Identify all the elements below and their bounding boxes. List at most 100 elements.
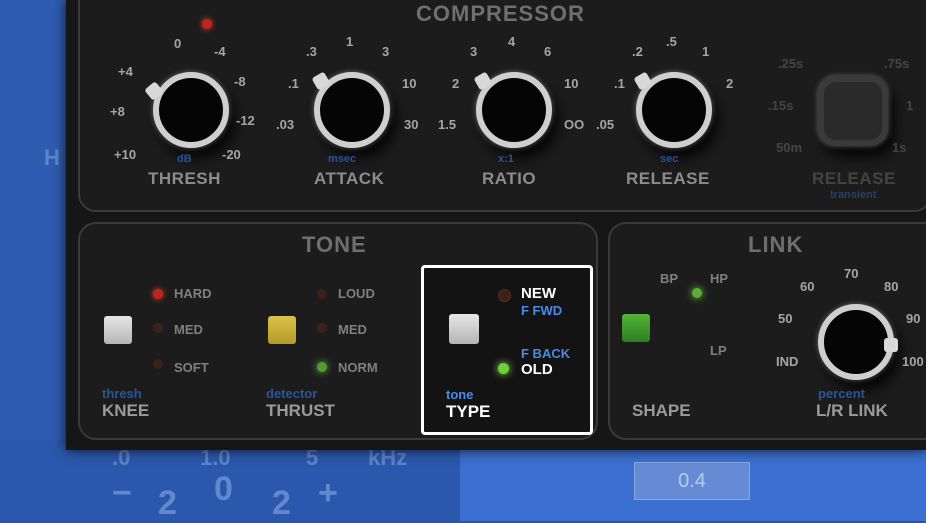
release-unit: sec	[660, 153, 679, 165]
lr-link-sub: percent	[818, 386, 865, 401]
release-transient-knob[interactable]	[818, 76, 888, 146]
ratio-tick: 2	[452, 76, 460, 91]
thresh-tick: -4	[214, 44, 226, 59]
attack-tick: .1	[288, 76, 299, 91]
attack-tick: .03	[276, 117, 295, 132]
thrust-option-med[interactable]: MED	[338, 322, 367, 337]
release-tick: .5	[666, 34, 677, 49]
type-option-old[interactable]: OLD	[521, 361, 553, 378]
release-transient-sub: transient	[830, 189, 877, 201]
attack-knob[interactable]	[311, 71, 390, 148]
tone-type-focus-box: NEW F FWD F BACK OLD tone TYPE	[421, 265, 593, 435]
lr-link-tick: 90	[906, 311, 921, 326]
type-option-old-sub: F BACK	[521, 346, 571, 361]
thresh-tick: +8	[110, 104, 125, 119]
release-transient-tick: 50m	[776, 140, 803, 155]
lr-link-tick: 50	[778, 311, 793, 326]
attack-tick: .3	[306, 44, 317, 59]
host-scale-2a: 2	[158, 484, 177, 522]
tone-title: TONE	[302, 232, 367, 257]
ratio-tick: 4	[508, 34, 516, 49]
lr-link-knob[interactable]	[818, 304, 898, 380]
knee-select-button[interactable]	[104, 316, 132, 344]
type-sub: tone	[446, 387, 474, 402]
shape-option-bp[interactable]: BP	[660, 271, 678, 286]
ratio-unit: x:1	[498, 153, 514, 165]
thrust-sub: detector	[266, 386, 318, 401]
knee-option-soft[interactable]: SOFT	[174, 360, 209, 375]
release-transient-tick: .15s	[768, 98, 794, 113]
shape-option-hp[interactable]: HP	[710, 271, 728, 286]
shape-label: SHAPE	[632, 401, 691, 420]
release-tick: 2	[726, 76, 734, 91]
link-title: LINK	[748, 232, 804, 257]
type-select-button[interactable]	[449, 314, 479, 344]
thrust-med-led	[317, 323, 327, 333]
lr-link-tick: 70	[844, 266, 859, 281]
attack-tick: 1	[346, 34, 354, 49]
type-new-led	[498, 289, 511, 302]
release-transient-tick: .25s	[778, 56, 804, 71]
shape-select-button[interactable]	[622, 314, 650, 342]
release-tick: .1	[614, 76, 625, 91]
lr-link-tick: IND	[776, 354, 799, 369]
release-tick: 1	[702, 44, 710, 59]
knee-option-med[interactable]: MED	[174, 322, 203, 337]
attack-tick: 3	[382, 44, 390, 59]
ratio-tick: 10	[564, 76, 579, 91]
ratio-knob[interactable]	[473, 71, 552, 148]
ratio-tick: 6	[544, 44, 552, 59]
knee-hard-led	[153, 289, 163, 299]
compressor-title: COMPRESSOR	[416, 1, 585, 26]
release-transient-tick: 1	[906, 98, 914, 113]
thresh-tick: -8	[234, 74, 246, 89]
ratio-label: RATIO	[482, 169, 537, 188]
thrust-option-norm[interactable]: NORM	[338, 360, 378, 375]
thresh-label: THRESH	[148, 169, 221, 188]
host-value-box[interactable]: 0.4	[634, 462, 750, 500]
thresh-tick: 0	[174, 36, 182, 51]
attack-tick: 10	[402, 76, 417, 91]
host-plus-sign: +	[318, 474, 338, 512]
type-option-new-sub: F FWD	[521, 303, 563, 318]
ratio-tick: OO	[564, 117, 585, 132]
type-option-new[interactable]: NEW	[521, 285, 556, 302]
knee-sub: thresh	[102, 386, 142, 401]
knee-label: KNEE	[102, 401, 150, 420]
thrust-loud-led	[317, 289, 327, 299]
release-tick: .05	[596, 117, 615, 132]
release-transient-label: RELEASE	[812, 169, 896, 188]
lr-link-knob-pointer	[884, 338, 898, 352]
shape-bp-led	[692, 288, 702, 298]
lr-link-tick: 100	[902, 354, 924, 369]
attack-unit: msec	[328, 153, 357, 165]
type-old-led	[498, 363, 509, 374]
shape-option-lp[interactable]: LP	[710, 343, 727, 358]
host-scale-2b: 2	[272, 484, 291, 522]
thresh-peak-led	[202, 19, 212, 29]
release-transient-tick: .75s	[884, 56, 910, 71]
release-transient-tick: 1s	[892, 140, 907, 155]
thresh-unit: dB	[177, 153, 192, 165]
host-scale-0: 0	[214, 470, 233, 508]
thrust-select-button[interactable]	[268, 316, 296, 344]
thresh-tick: +4	[118, 64, 133, 79]
ratio-tick: 3	[470, 44, 478, 59]
release-label: RELEASE	[626, 169, 710, 188]
type-label: TYPE	[446, 402, 491, 421]
knee-med-led	[153, 323, 163, 333]
thrust-norm-led	[317, 362, 327, 372]
thrust-option-loud[interactable]: LOUD	[338, 286, 375, 301]
release-tick: .2	[632, 44, 643, 59]
thresh-knob[interactable]	[144, 72, 229, 148]
thresh-tick: -20	[222, 147, 241, 162]
lr-link-tick: 80	[884, 279, 899, 294]
knee-option-hard[interactable]: HARD	[174, 286, 212, 301]
thresh-tick: +10	[114, 147, 137, 162]
attack-label: ATTACK	[314, 169, 385, 188]
host-letter-h: H	[44, 145, 60, 170]
lr-link-tick: 60	[800, 279, 815, 294]
release-knob[interactable]	[633, 71, 712, 148]
host-minus-sign: −	[112, 474, 132, 512]
thrust-label: THRUST	[266, 401, 335, 420]
